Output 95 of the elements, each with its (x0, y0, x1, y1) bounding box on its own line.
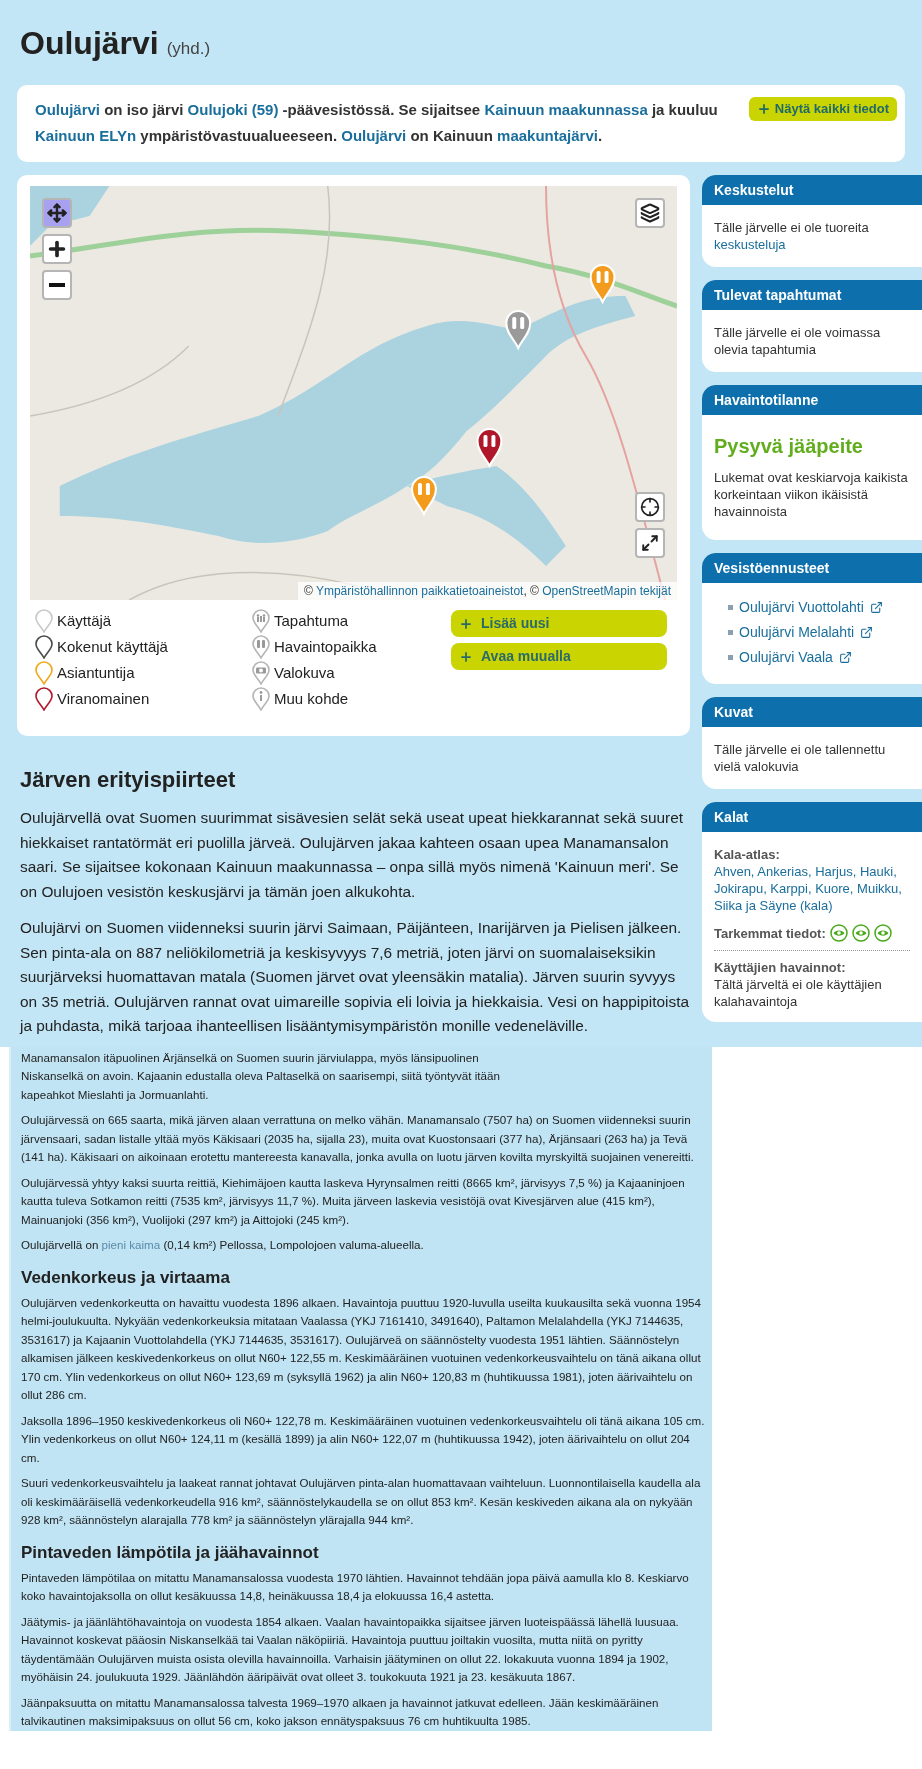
eye-icon[interactable] (829, 924, 848, 942)
pin-icon (251, 635, 271, 659)
paragraph: Manamansalon itäpuolinen Ärjänselkä on Suomen suurin järviulappa, myös länsipuolinen Niskanselkä on avoin. Kajaanin edustalla oleva Paltaselkä on saarisempi, siitä työntyvät itään kapeahkot Mieslahti ja Jormuanlahti. (21, 1049, 501, 1103)
legend-label: Käyttäjä (57, 610, 112, 631)
pin-icon (251, 661, 271, 685)
eye-icon[interactable] (851, 924, 870, 942)
forecast-link[interactable]: Oulujärvi Vaala (739, 647, 833, 668)
widget-text: Tälle järvelle ei ole tuoreita keskusteluja (713, 219, 870, 254)
link[interactable]: Kainuun ELYn (35, 127, 137, 144)
action-button[interactable]: Avaa muualla (451, 643, 667, 670)
forecast-link[interactable]: Oulujärvi Vuottolahti (739, 597, 864, 618)
map-attribution: © Ympäristöhallinnon paikkatietoaineistot, © OpenStreetMapin tekijät (297, 582, 677, 600)
show-all-button[interactable]: Näytä kaikki tiedot (748, 97, 897, 121)
plus-icon (46, 238, 68, 260)
widget-title: Vesistöennusteet (702, 553, 922, 583)
move-icon (47, 203, 67, 223)
layers-button[interactable] (635, 198, 665, 228)
map[interactable]: © Ympäristöhallinnon paikkatietoaineistot, © OpenStreetMapin tekijät (30, 186, 677, 600)
paragraph: Oulujärvessä on 665 saarta, mikä järven alaan verrattuna on melko vähän. Manamansalo (7507 ha) on Suomen viidenneksi suurin järvensaari, sadan listalle yltää myös Käkisaari (2035 ha, sijalla 23), muita ovat Kuostonsaari (377 ha), Ärjänsaari (263 ha) ja Tevä (141 ha). Käkisaari on aikoinaan erotettu mantereesta kanavalla, jonka avulla on luotu järven kovilta myrskyiltä suojainen venereitti. (21, 1112, 695, 1165)
map-marker-icon[interactable] (476, 428, 503, 467)
widget-title: Tulevat tapahtumat (702, 280, 922, 310)
atlas-label: Kala-atlas: (714, 846, 781, 863)
legend-label: Valokuva (274, 662, 335, 683)
pin-icon (34, 687, 54, 711)
section-heading: Vedenkorkeus ja virtaama (21, 1266, 231, 1289)
paragraph: Pintaveden lämpötilaa on mitattu Manamansalossa vuodesta 1970 lähtien. Havainnot tehdään jopa päivä aamulla klo 8. Keskiarvo koko havaintojaksolla on ollut kesäkuussa 14,8, heinäkuussa 18,4 ja elokuussa 16,4 astetta. (21, 1569, 690, 1604)
section-heading: Järven erityispiirteet (20, 766, 237, 794)
action-button[interactable]: Lisää uusi (451, 610, 667, 637)
widget-text: Tälle järvelle ei ole tallennettu vielä valokuvia (713, 741, 887, 776)
observations-label: Käyttäjien havainnot: (714, 959, 847, 976)
link[interactable]: Oulujärvi (35, 101, 101, 118)
layers-icon (640, 203, 660, 223)
pin-icon (34, 661, 54, 685)
widget-title: Kalat (702, 802, 922, 832)
bullet-icon (728, 655, 733, 660)
pin-icon (34, 609, 54, 633)
widget-text: Lukemat ovat keskiarvoja kaikista korkeintaan viikon ikäisistä havainnoista (714, 469, 909, 520)
paragraph: Jäätymis- ja jäänlähtöhavaintoja on vuodesta 1854 alkaen. Vaalan havaintopaikka sijaitsee järven luoteispäässä lähellä luusuaa. Havainnot koskevat pääosin Niskanselkää tai Vaalan näköpiiriä. Havaintoja puuttuu joiltakin vuosilta, mutta niitä on pyritty täydentämään Oulujärven muista osista olevilla havainnoilla. Varhaisin jäätyminen on ollut 22. lokakuuta vuonna 1894 ja 1902, myöhäisin 24. joulukuuta 1929. Jäänlähdön ääripäivät ovat olleet 3. toukokuuta 1921 ja 23. kesäkuuta 1867. (21, 1613, 680, 1685)
fish-species-link[interactable]: Ahven, Ankerias, Harjus, Hauki, Jokirapu, Karppi, Kuore, Muikku, Siika ja Säyne (kala) (714, 863, 910, 914)
link[interactable]: Oulujärvi (341, 127, 407, 144)
external-link-icon (869, 601, 883, 614)
minus-icon (49, 283, 65, 287)
link[interactable]: Kainuun maakunnassa (484, 101, 648, 118)
plus-icon (459, 616, 473, 631)
legend-label: Asiantuntija (57, 662, 135, 683)
pan-button[interactable] (42, 198, 72, 228)
pin-icon (251, 609, 271, 633)
paragraph: Oulujärvi on Suomen viidenneksi suurin järvi Saimaan, Päijänteen, Inarijärven ja Pielisen jälkeen. Sen pinta-ala on 887 neliökilometriä ja keskisyvyys 7,6 metriä, joten järvi on suomalaiseksikin suurjärveksi huomattavan matala (Suomen järvet ovat yleensäkin matalia). Järven suurin syvyys on 35 metriä. Oulujärven rannat ovat uimareille sopivia eli loivia ja hiekkaisia. Vesi on happipitoista ja puhdasta, mikä tarjoaa ihanteellisen lisääntymisympäristön monille vedeneläville. (20, 918, 690, 1036)
legend-label: Havaintopaikka (274, 636, 377, 657)
link[interactable]: keskusteluja (714, 237, 786, 252)
paragraph: Oulujärvessä yhtyy kaksi suurta reittiä, Kiehimäjoen kautta laskeva Hyrynsalmen reitti (8665 km², järvisyys 7,5 %) ja Kajaaninjoen kautta tuleva Sotkamon reitti (7535 km², järvisyys 11,7 %). Muita järveen laskevia vesistöjä ovat Kivesjärven alue (415 km²), Mainuanjoki (356 km²), Vuolijoki (297 km²) ja Aittojoki (245 km²). (21, 1174, 686, 1228)
pin-icon (34, 635, 54, 659)
link[interactable]: Oulujoki (59) (187, 101, 279, 118)
widget-text: Tältä järveltä ei ole käyttäjien kalahavaintoja (714, 976, 883, 1010)
section-heading: Pintaveden lämpötila ja jäähavainnot (21, 1541, 320, 1564)
paragraph: Jaksolla 1896–1950 keskivedenkorkeus oli N60+ 122,78 m. Keskimääräinen vuotuinen vedenkorkeusvaihtelu oli tänä aikana 105 cm. Ylin vedenkorkeus on ollut N60+ 124,11 m (kesällä 1899) ja alin N60+ 122,07 m (huhtikuussa 1942), joten äärivaihtelu on ollut 204 cm. (21, 1412, 706, 1466)
lake-title: Oulujärvi (20, 24, 159, 62)
details-label: Tarkemmat tiedot: (714, 924, 826, 942)
link[interactable]: maakuntajärvi (497, 127, 598, 144)
map-marker-icon[interactable] (589, 264, 616, 303)
external-link-icon (838, 651, 852, 664)
widget-text: Tälle järvelle ei ole voimassa olevia tapahtumia (713, 324, 882, 359)
paragraph: Oulujärvellä on pieni kaima (0,14 km²) Pellossa, Lompolojoen valuma-alueella. (21, 1237, 425, 1253)
bullet-icon (728, 605, 733, 610)
link[interactable]: pieni kaima (101, 1238, 161, 1251)
zoom-in-button[interactable] (42, 234, 72, 264)
fullscreen-button[interactable] (635, 528, 665, 558)
eye-icon[interactable] (873, 924, 892, 942)
pin-icon (251, 687, 271, 711)
paragraph: Suuri vedenkorkeusvaihtelu ja laakeat rannat johtavat Oulujärven pinta-alan huomattavaan vaihteluun. Luonnontilaisella kaudella ala oli keskimääräisellä vedenkorkeudella 916 km², säännöstelykaudella se on ollut 853 km². Kesän keskiveden aikana ala on nykyään 928 km², säännöstelyn alarajalla 778 km² ja säännöstelyn ylärajalla 944 km². (21, 1475, 702, 1528)
intro-text: Oulujärvi on iso järvi Oulujoki (59) -päävesistössä. Se sijaitsee Kainuun maakunnassa ja kuuluu Kainuun ELYn ympäristövastuualueeseen. Oulujärvi on Kainuun maakuntajärvi. (35, 100, 719, 146)
title-suffix: (yhd.) (166, 38, 211, 60)
paragraph: Oulujärven vedenkorkeutta on havaittu vuodesta 1896 alkaen. Havaintoja puuttuu 1920-luvulla useilta kuukausilta sekä vuonna 1954 helmi-joulukuulta. Nykyään vedenkorkeuksia mitataan Vaalassa (YKJ 7161410, 3491640), Paltamon Melalahdella (YKJ 7144635, 3531617) ja Kajaanin Vuottolahdella (YKJ 7144635, 3531617). Oulujärveä on säännöstelty vuodesta 1951 lähtien. Säännöstelyn alkamisen jälkeen keskivedenkorkeus on ollut N60+ 122,55 m. Keskimääräinen vuotuinen vedenkorkeusvaihtelu on tänä aikana ollut 170 cm. Ylin vedenkorkeus on ollut N60+ 123,69 m (syksyllä 1962) ja alin N60+ 120,83 m (huhtikuussa 1981), joten äärivaihtelu on ollut 286 cm. (21, 1294, 702, 1403)
external-link-icon (860, 626, 874, 639)
forecast-link[interactable]: Oulujärvi Melalahti (739, 622, 855, 643)
widget-title: Havaintotilanne (702, 385, 922, 415)
plus-icon (459, 649, 473, 664)
fullscreen-icon (641, 534, 659, 552)
paragraph: Jäänpaksuutta on mitattu Manamansalossa talvesta 1969–1970 alkaen ja havainnot jatkuvat edelleen. Jään keskimääräinen talvikautinen maksimipaksuus on ollut 56 cm, koko jakson ennätyspaksuus 76 cm huhtikuulta 1985. (21, 1694, 660, 1729)
plus-icon (756, 102, 771, 116)
zoom-out-button[interactable] (42, 270, 72, 300)
legend-label: Viranomainen (57, 688, 150, 709)
bullet-icon (728, 630, 733, 635)
locate-button[interactable] (635, 492, 665, 522)
widget-title: Keskustelut (702, 175, 922, 205)
map-marker-icon[interactable] (411, 476, 437, 515)
crosshair-icon (640, 497, 660, 517)
map-marker-icon[interactable] (505, 310, 532, 349)
legend-label: Muu kohde (274, 688, 349, 709)
widget-title: Kuvat (702, 697, 922, 727)
paragraph: Oulujärvellä ovat Suomen suurimmat sisävesien selät sekä useat upeat hiekkarannat sekä suuret hiekkaiset rantatörmät eri puolilla järveä. Oulujärven jakaa kahteen osaan upea Manamansalon saari. Se sijaitsee kokonaan Kainuun maakunnassa – onpa sillä myös nimenä 'Kainuun meri'. Se on Oulujoen vesistön keskusjärvi ja tämän joen alkukohta. (20, 808, 684, 902)
ice-status: Pysyvä jääpeite (714, 434, 864, 459)
legend-label: Kokenut käyttäjä (57, 636, 168, 657)
legend-label: Tapahtuma (274, 610, 349, 631)
link[interactable]: OpenStreetMapin tekijät (542, 584, 671, 598)
